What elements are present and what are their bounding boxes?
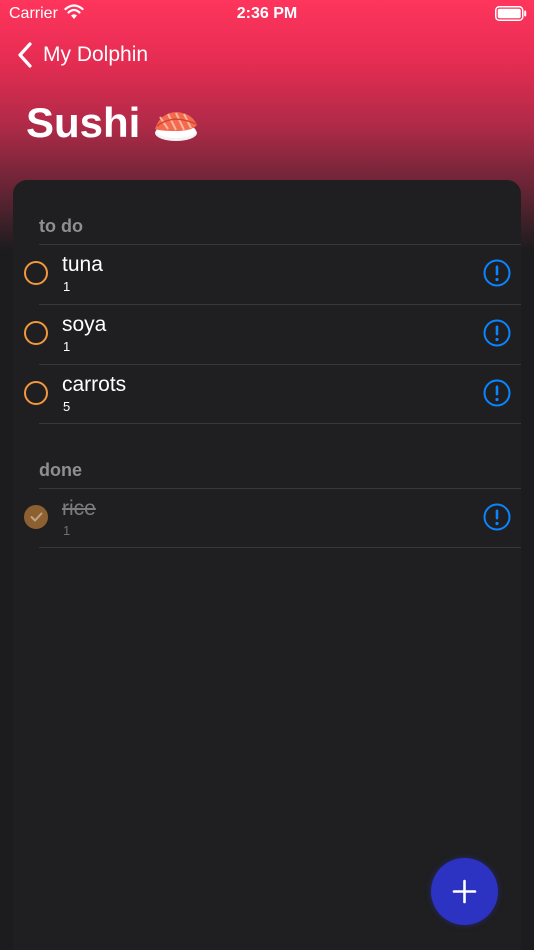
- status-time: 2:36 PM: [236, 5, 298, 22]
- item-quantity: 1: [63, 339, 71, 354]
- chevron-left-icon: [18, 42, 32, 68]
- add-item-button[interactable]: [431, 858, 498, 925]
- sushi-icon: [155, 112, 198, 141]
- checkbox-checked[interactable]: [24, 505, 48, 529]
- divider: [39, 423, 521, 424]
- item-quantity: 1: [63, 279, 71, 294]
- info-icon[interactable]: [483, 503, 511, 531]
- page-title-text: Sushi: [26, 99, 141, 146]
- divider: [39, 547, 521, 548]
- checkbox[interactable]: [24, 321, 48, 345]
- status-bar: Carrier 2:36 PM: [0, 0, 534, 30]
- list-item-rice[interactable]: rice 1: [13, 488, 521, 548]
- list-card: to do tuna 1 soya 1 carrots 5 done rice …: [13, 180, 521, 950]
- section-header-done: done: [39, 460, 82, 480]
- checkmark-icon: [30, 512, 43, 522]
- list-item-tuna[interactable]: tuna 1: [13, 244, 521, 304]
- checkbox[interactable]: [24, 261, 48, 285]
- info-icon[interactable]: [483, 379, 511, 407]
- item-name: rice: [62, 497, 96, 520]
- back-button[interactable]: My Dolphin: [16, 40, 148, 70]
- list-item-soya[interactable]: soya 1: [13, 304, 521, 364]
- plus-icon: [452, 879, 477, 904]
- item-quantity: 1: [63, 523, 71, 538]
- back-label: My Dolphin: [43, 43, 149, 66]
- item-quantity: 5: [63, 399, 71, 414]
- checkbox[interactable]: [24, 381, 48, 405]
- item-name: soya: [62, 313, 107, 336]
- info-icon[interactable]: [483, 259, 511, 287]
- page-title: Sushi: [26, 99, 200, 147]
- item-name: tuna: [62, 253, 103, 276]
- section-header-todo: to do: [39, 216, 83, 236]
- list-item-carrots[interactable]: carrots 5: [13, 364, 521, 424]
- item-name: carrots: [62, 373, 127, 396]
- battery-icon: [495, 6, 527, 21]
- info-icon[interactable]: [483, 319, 511, 347]
